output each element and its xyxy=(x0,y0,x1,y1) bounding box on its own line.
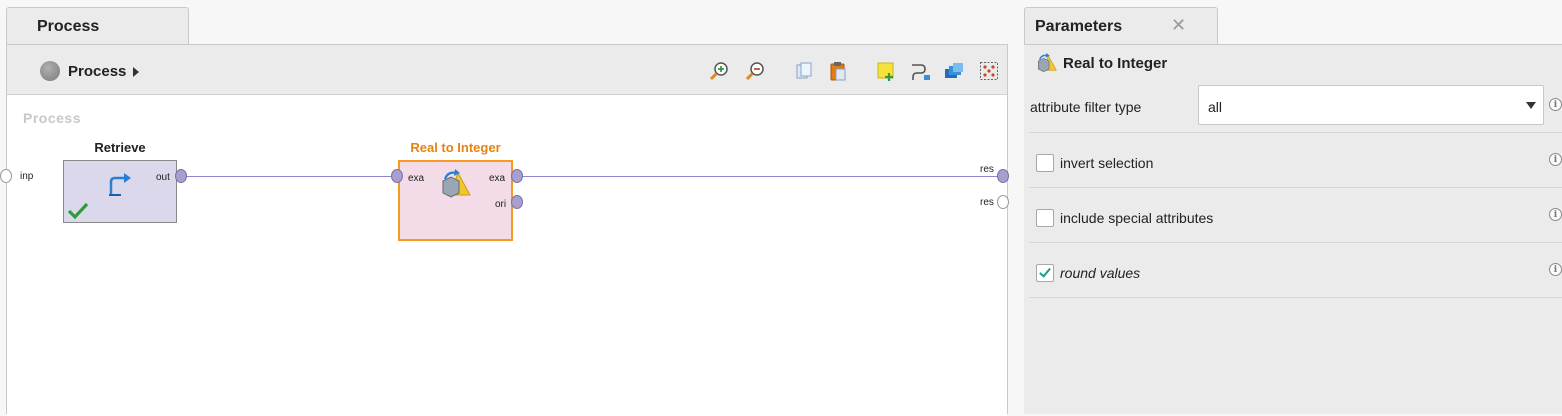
info-icon[interactable]: i xyxy=(1549,98,1562,111)
tab-process-label: Process xyxy=(37,18,100,35)
param-row-attribute-filter-type: attribute filter type all i xyxy=(1029,81,1562,133)
real-to-integer-exa-out-port-label: exa xyxy=(489,173,506,184)
breadcrumb[interactable]: Process xyxy=(68,63,126,80)
process-canvas[interactable]: Process inp Retrieve out Real to Integer xyxy=(0,96,1009,416)
real-to-integer-icon xyxy=(1038,53,1057,73)
chevron-down-icon xyxy=(1526,102,1536,109)
real-to-integer-icon xyxy=(442,169,471,198)
operator-real-to-integer[interactable]: exa exa ori xyxy=(398,160,513,241)
info-icon[interactable]: i xyxy=(1549,263,1562,276)
result-port-label-1: res xyxy=(980,164,994,175)
result-port-label-2: res xyxy=(980,197,994,208)
process-panel: Process Process inp Retrieve out Real to… xyxy=(0,44,1009,416)
canvas-title: Process xyxy=(23,110,81,126)
paste-icon[interactable] xyxy=(827,60,849,82)
real-to-integer-in-port-label: exa xyxy=(408,173,425,184)
attribute-filter-type-label: attribute filter type xyxy=(1030,99,1142,115)
real-to-integer-exa-out-port[interactable] xyxy=(511,169,523,183)
retrieve-icon xyxy=(109,173,131,196)
info-icon[interactable]: i xyxy=(1549,153,1562,166)
parameters-panel: Real to Integer attribute filter type al… xyxy=(1024,44,1562,414)
tab-parameters[interactable]: Parameters ✕ xyxy=(1024,7,1218,45)
tab-parameters-label: Parameters xyxy=(1035,18,1123,35)
zoom-in-icon[interactable] xyxy=(709,60,731,82)
auto-wire-icon[interactable] xyxy=(909,60,931,82)
arrange-icon[interactable] xyxy=(978,60,1000,82)
real-to-integer-ori-out-port[interactable] xyxy=(511,195,523,209)
process-icon xyxy=(40,61,60,81)
attribute-filter-type-value: all xyxy=(1208,99,1223,115)
breadcrumb-arrow-icon[interactable] xyxy=(133,67,139,77)
real-to-integer-in-port[interactable] xyxy=(391,169,403,183)
include-special-attributes-label: include special attributes xyxy=(1060,210,1214,226)
operator-retrieve[interactable]: out xyxy=(63,160,177,223)
operator-retrieve-title: Retrieve xyxy=(94,140,146,155)
check-icon xyxy=(67,202,89,220)
param-row-invert-selection: invert selection i xyxy=(1029,133,1562,188)
process-input-port-label: inp xyxy=(20,171,34,182)
operator-real-to-integer-title: Real to Integer xyxy=(410,140,501,155)
retrieve-out-port-label: out xyxy=(156,172,170,183)
real-to-integer-ori-out-port-label: ori xyxy=(495,199,507,210)
close-icon[interactable]: ✕ xyxy=(1171,15,1186,36)
process-input-port[interactable] xyxy=(0,169,12,183)
zoom-out-icon[interactable] xyxy=(745,60,767,82)
invert-selection-checkbox[interactable] xyxy=(1036,154,1054,172)
checkmark-icon xyxy=(1039,265,1051,278)
result-port-1[interactable] xyxy=(997,169,1009,183)
tab-process[interactable]: Process xyxy=(6,7,189,45)
invert-selection-label: invert selection xyxy=(1060,155,1154,171)
info-icon[interactable]: i xyxy=(1549,208,1562,221)
attribute-filter-type-select[interactable]: all xyxy=(1198,85,1544,125)
include-special-attributes-checkbox[interactable] xyxy=(1036,209,1054,227)
process-toolbar: Process xyxy=(7,45,1007,95)
wire-retrieve-to-real-to-integer[interactable] xyxy=(185,176,397,177)
result-port-2[interactable] xyxy=(997,195,1009,209)
retrieve-out-port[interactable] xyxy=(175,169,187,183)
param-row-round-values: round values i xyxy=(1029,243,1562,298)
add-note-icon[interactable] xyxy=(875,60,897,82)
param-row-include-special-attributes: include special attributes i xyxy=(1029,188,1562,243)
round-values-checkbox[interactable] xyxy=(1036,264,1054,282)
operator-name: Real to Integer xyxy=(1063,55,1168,72)
wire-real-to-integer-to-result[interactable] xyxy=(521,176,999,177)
copy-icon[interactable] xyxy=(793,60,815,82)
round-values-label: round values xyxy=(1060,265,1141,281)
layers-icon[interactable] xyxy=(943,60,965,82)
